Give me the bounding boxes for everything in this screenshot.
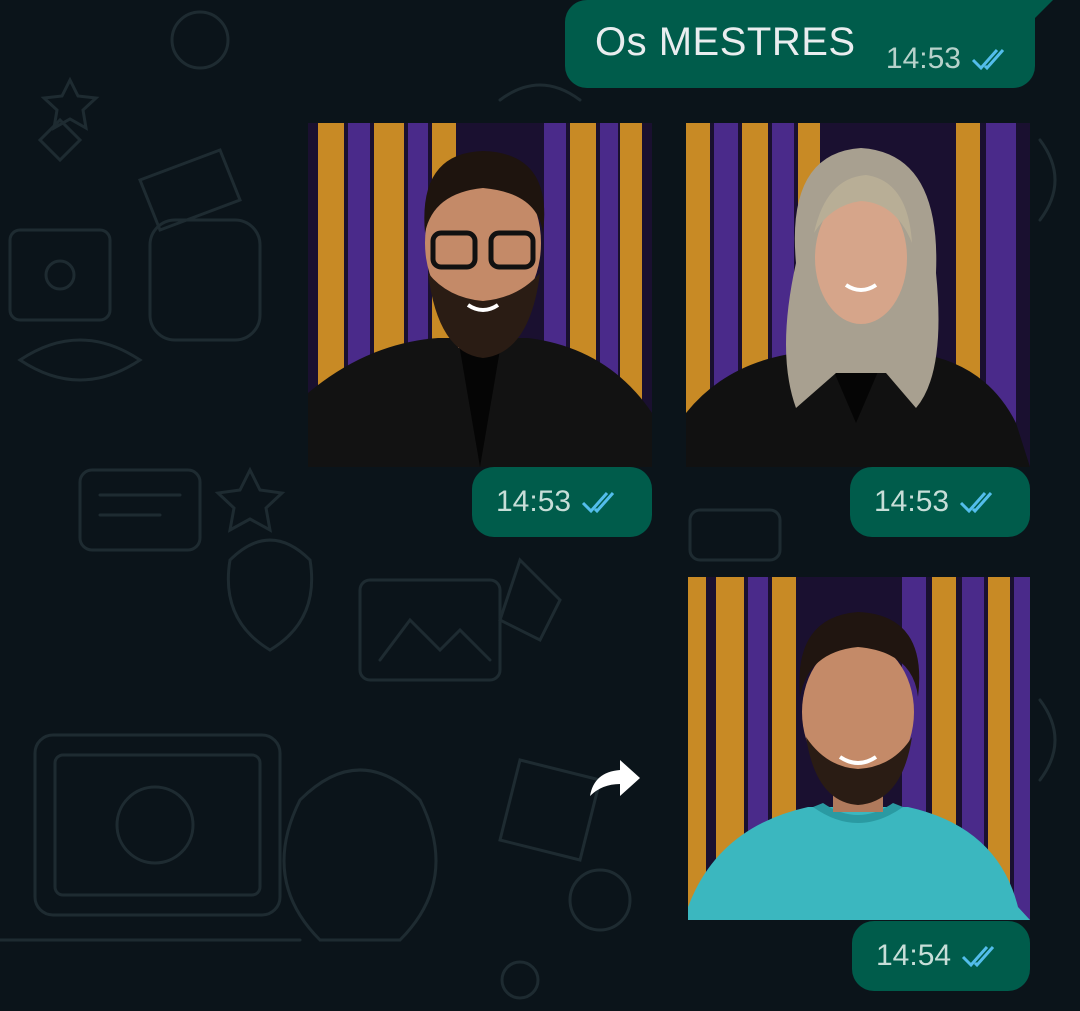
double-check-icon [960,492,993,514]
double-check-icon [962,946,995,968]
double-check-icon [971,49,1005,71]
photo-image [686,123,1030,467]
image-caption-bubble: 14:53 [472,467,652,537]
message-text: Os MESTRES [595,20,856,64]
message-meta: 14:53 [886,42,1011,76]
message-meta: 14:53 [874,485,999,519]
message-meta: 14:53 [496,485,621,519]
bubble-tail [1035,0,1053,18]
double-check-icon [582,492,615,514]
image-caption-bubble: 14:54 [852,921,1030,991]
photo-man-with-glasses[interactable] [308,123,652,467]
message-bubble-text[interactable]: Os MESTRES 14:53 [565,0,1053,88]
message-time: 14:54 [876,939,952,972]
message-time: 14:53 [496,485,572,518]
image-caption-bubble: 14:53 [850,467,1030,537]
message-time: 14:53 [885,42,961,75]
photo-man-teal-shirt[interactable] [688,577,1030,920]
photo-image [308,123,652,467]
photo-image [688,577,1030,920]
forward-arrow-icon[interactable] [584,756,644,802]
photo-woman-blonde[interactable] [686,123,1030,467]
message-meta: 14:54 [876,939,1001,973]
message-time: 14:53 [874,485,950,518]
